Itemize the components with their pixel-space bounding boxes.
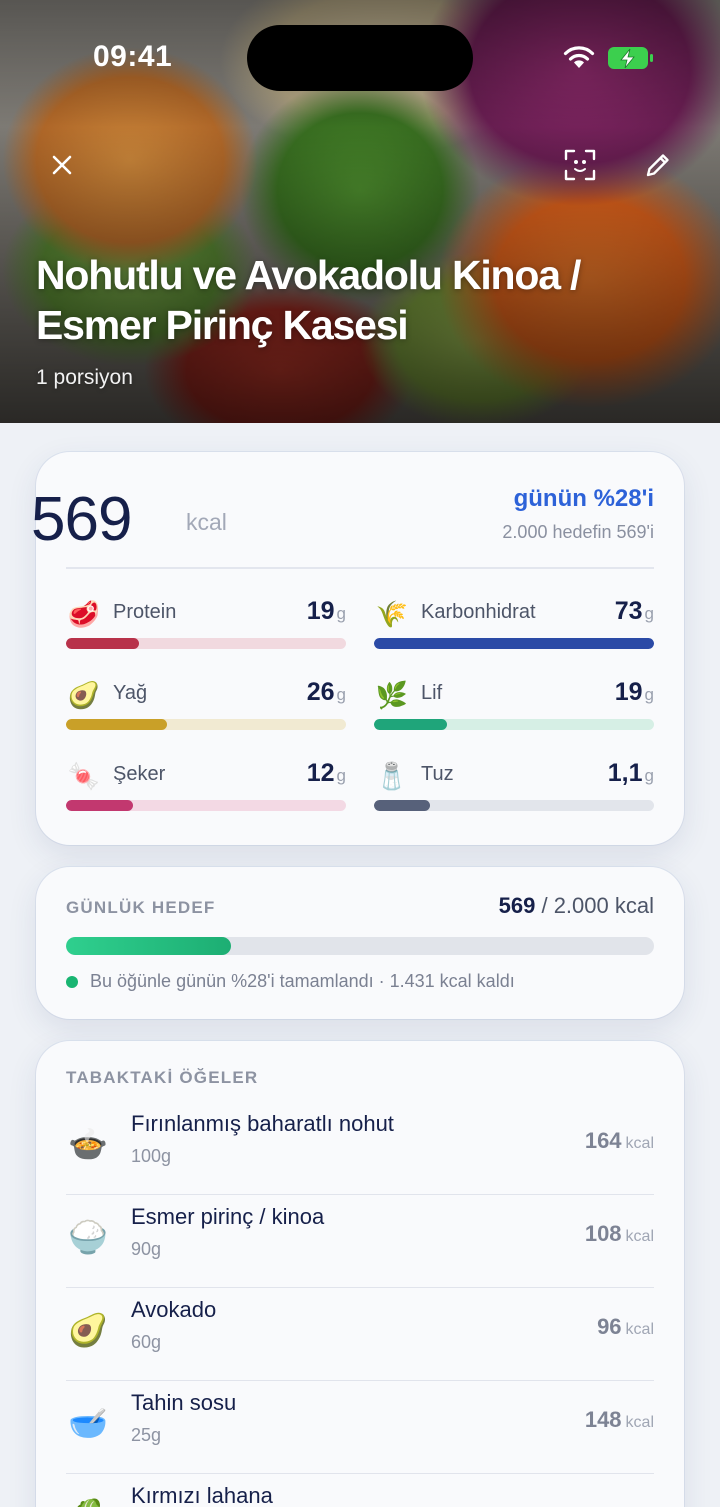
status-dot xyxy=(66,976,78,988)
macro-bar-fill xyxy=(66,800,133,811)
macro-value: 19 g xyxy=(306,597,346,625)
goal-summary: 2.000 hedefin 569'i xyxy=(502,522,654,542)
daily-goal-value: 569 / 2.000 kcal xyxy=(498,893,654,918)
item-name: Fırınlanmış baharatlı nohut xyxy=(131,1111,394,1136)
macro-label: Karbonhidrat xyxy=(421,601,536,623)
herb-icon: 🌿 xyxy=(375,680,409,710)
list-item[interactable]: 🥬 Kırmızı lahana xyxy=(66,1474,654,1507)
item-calories: 96 kcal xyxy=(597,1314,654,1339)
item-calories xyxy=(650,1500,654,1507)
daily-goal-progress-fill xyxy=(66,937,231,955)
close-button[interactable] xyxy=(38,141,86,189)
status-bar: 09:41 xyxy=(0,0,720,110)
salt-shaker-icon: 🧂 xyxy=(375,761,409,791)
macro-label: Protein xyxy=(113,601,177,623)
item-calories: 108 kcal xyxy=(584,1221,654,1246)
candy-icon: 🍬 xyxy=(67,761,101,791)
macro-1: 🌾 Karbonhidrat 73 g xyxy=(374,596,654,656)
meat-icon: 🥩 xyxy=(67,599,101,629)
avocado-icon: 🥑 xyxy=(67,680,101,710)
list-item[interactable]: 🍲 Fırınlanmış baharatlı nohut 100g 164 kcal xyxy=(66,1102,654,1195)
macro-value: 19 g xyxy=(614,678,654,706)
divider xyxy=(66,567,654,569)
scan-button[interactable] xyxy=(556,141,604,189)
item-quantity: 90g xyxy=(131,1239,162,1259)
item-calories: 164 kcal xyxy=(584,1128,654,1153)
item-calories: 148 kcal xyxy=(584,1407,654,1432)
macro-value: 26 g xyxy=(306,678,346,706)
close-icon xyxy=(52,155,72,175)
macro-0: 🥩 Protein 19 g xyxy=(66,596,346,656)
daily-goal-note: Bu öğünle günün %28'i tamamlandı · 1.431… xyxy=(90,971,515,991)
list-item[interactable]: 🥑 Avokado 60g 96 kcal xyxy=(66,1288,654,1381)
macro-label: Tuz xyxy=(421,763,454,785)
battery-charging-icon xyxy=(608,47,653,69)
status-time: 09:41 xyxy=(93,40,173,73)
dynamic-island xyxy=(247,25,473,91)
list-item[interactable]: 🥣 Tahin sosu 25g 148 kcal xyxy=(66,1381,654,1474)
macro-label: Lif xyxy=(421,682,443,704)
portion-label: 1 porsiyon xyxy=(36,366,133,389)
item-name: Avokado xyxy=(131,1297,217,1322)
avocado-icon: 🥑 xyxy=(68,1312,108,1348)
list-item[interactable]: 🍚 Esmer pirinç / kinoa 90g 108 kcal xyxy=(66,1195,654,1288)
macro-label: Yağ xyxy=(113,682,148,704)
macro-label: Şeker xyxy=(113,763,166,785)
macro-bar xyxy=(66,719,346,730)
macro-2: 🥑 Yağ 26 g xyxy=(66,677,346,737)
plate-items-label: TABAKTAKİ ÖĞELER xyxy=(66,1068,259,1087)
item-name: Esmer pirinç / kinoa xyxy=(131,1204,325,1229)
rice-stalk-icon: 🌾 xyxy=(375,599,409,629)
item-quantity: 25g xyxy=(131,1425,162,1445)
macro-4: 🍬 Şeker 12 g xyxy=(66,758,346,818)
macro-bar-fill xyxy=(374,800,430,811)
chickpea-plate-icon: 🍲 xyxy=(68,1126,108,1162)
macro-bar-fill xyxy=(374,719,447,730)
macro-bar xyxy=(374,638,654,649)
macro-bar xyxy=(374,800,654,811)
macro-value: 73 g xyxy=(614,597,654,625)
macro-3: 🌿 Lif 19 g xyxy=(374,677,654,737)
macro-bar xyxy=(374,719,654,730)
item-name: Tahin sosu xyxy=(131,1390,237,1415)
item-quantity: 60g xyxy=(131,1332,162,1352)
edit-button[interactable] xyxy=(634,141,682,189)
calories-unit: kcal xyxy=(186,509,227,535)
macro-bar xyxy=(66,638,346,649)
recipe-title: Nohutlu ve Avokadolu Kinoa / Esmer Pirin… xyxy=(36,252,581,348)
macro-value: 12 g xyxy=(306,759,346,787)
pencil-icon xyxy=(646,154,669,177)
item-quantity: 100g xyxy=(131,1146,172,1166)
macro-bar-fill xyxy=(66,638,139,649)
sauce-bowl-icon: 🥣 xyxy=(68,1405,108,1441)
macro-bar-fill xyxy=(374,638,654,649)
macro-bar xyxy=(66,800,346,811)
item-name: Kırmızı lahana xyxy=(131,1483,273,1507)
scan-frame-icon xyxy=(564,149,596,181)
rice-bowl-icon: 🍚 xyxy=(68,1219,108,1255)
macro-value: 1,1 g xyxy=(607,759,654,787)
day-percent: günün %28'i xyxy=(513,485,654,512)
daily-goal-progress xyxy=(66,937,654,955)
daily-goal-label: GÜNLÜK HEDEF xyxy=(66,898,216,917)
cabbage-icon: 🥬 xyxy=(66,1494,110,1507)
macro-5: 🧂 Tuz 1,1 g xyxy=(374,758,654,818)
wifi-icon xyxy=(563,46,595,68)
macro-bar-fill xyxy=(66,719,167,730)
calories-value: 569 xyxy=(31,485,132,554)
